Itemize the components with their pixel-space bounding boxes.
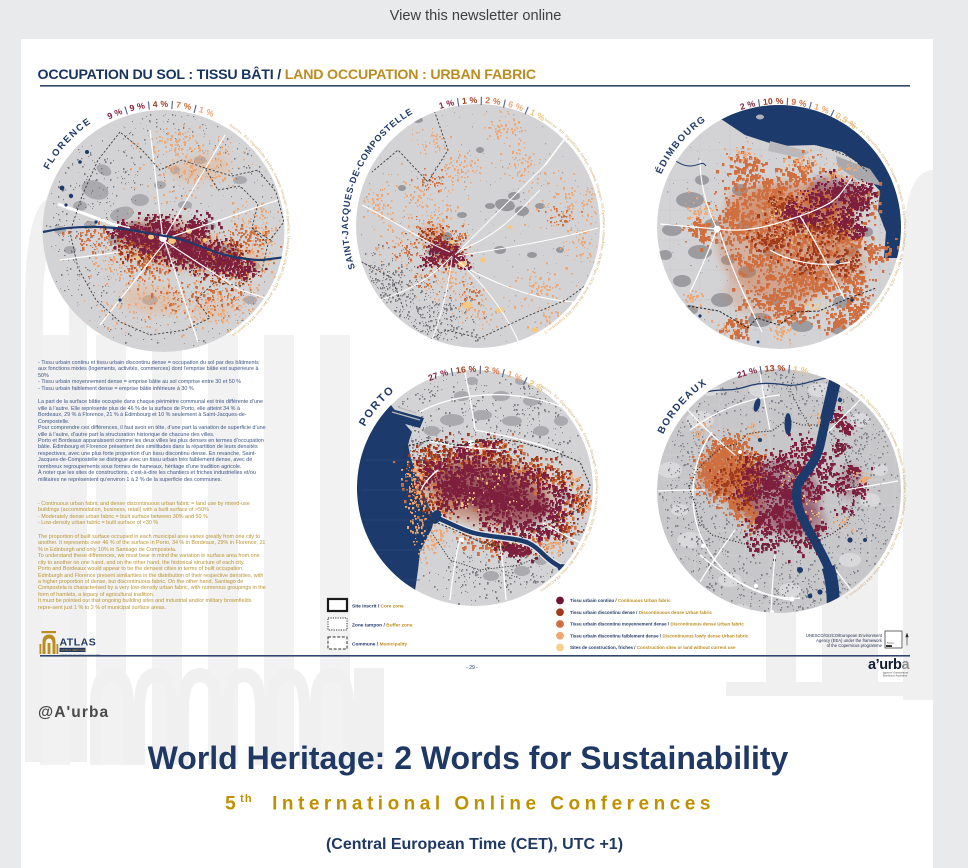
- svg-text:Site inscrit / Core zone: Site inscrit / Core zone: [352, 604, 404, 610]
- svg-text:WORLD HERITAGE: WORLD HERITAGE: [61, 648, 85, 652]
- svg-text:Commune / Municipality: Commune / Municipality: [352, 642, 408, 648]
- svg-text:5 km: 5 km: [887, 641, 894, 645]
- svg-text:Bordeaux Aquitaine: Bordeaux Aquitaine: [883, 674, 908, 678]
- svg-text:ATLAS: ATLAS: [60, 637, 97, 649]
- svg-text:Zone tampon / Buffer zone: Zone tampon / Buffer zone: [352, 623, 413, 629]
- svg-text:Tissu urbain discontinu dense: Tissu urbain discontinu dense / Disconti…: [570, 610, 712, 615]
- svg-text:Tissu urbain discontinu moyenn: Tissu urbain discontinu moyennement dens…: [570, 622, 744, 627]
- svg-text:Tissu urbain continu / Continu: Tissu urbain continu / Continuous Urban …: [570, 598, 671, 603]
- svg-text:Sites de construction, friches: Sites de construction, friches / Constru…: [570, 645, 736, 650]
- svg-text:of the Copernicus programme: of the Copernicus programme: [827, 643, 883, 648]
- svg-text:Tissu urbain discontinu faible: Tissu urbain discontinu faiblement dense…: [570, 633, 749, 638]
- svg-text:- 29 -: - 29 -: [466, 665, 478, 671]
